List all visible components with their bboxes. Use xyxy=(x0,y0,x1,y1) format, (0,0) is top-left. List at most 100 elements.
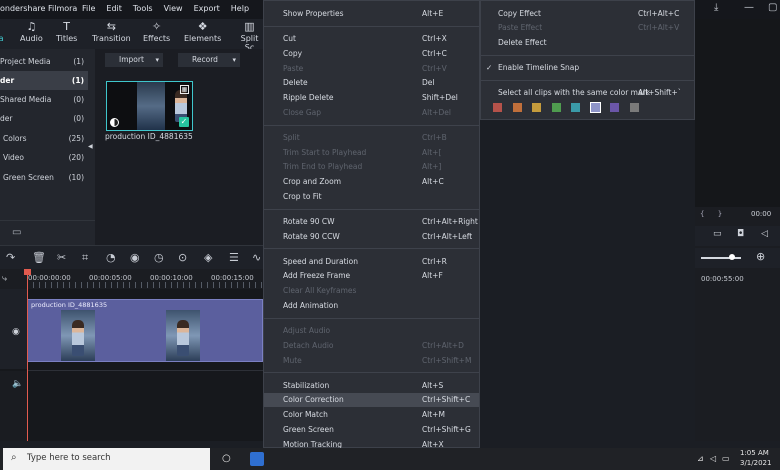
keyframe-icon[interactable]: ◈ xyxy=(204,251,212,264)
zoom-slider[interactable] xyxy=(701,257,741,259)
menu-item-clear-all-keyframes: Clear All Keyframes xyxy=(264,284,479,298)
freeze-icon[interactable]: ◷ xyxy=(154,251,164,264)
menu-help[interactable]: Help xyxy=(231,4,249,13)
menu-item-speed-and-duration[interactable]: Speed and Duration Ctrl+R xyxy=(264,255,479,269)
library-item[interactable]: Video (20) xyxy=(0,148,88,167)
taskbar-time[interactable]: 1:05 AM xyxy=(740,449,769,457)
scissors-icon[interactable]: ✂ xyxy=(57,251,66,264)
volume-tray-icon[interactable]: ◁ xyxy=(710,454,716,463)
network-icon[interactable]: ⊿ xyxy=(697,454,704,463)
adjust-icon[interactable]: ☰ xyxy=(229,251,239,264)
speed-icon[interactable]: ◔ xyxy=(106,251,116,264)
tab-transition[interactable]: ⇆ Transition xyxy=(92,19,131,49)
menu-edit[interactable]: Edit xyxy=(106,4,122,13)
volume-icon[interactable]: ◁ xyxy=(761,229,768,239)
menu-item-rotate-90-ccw[interactable]: Rotate 90 CCW Ctrl+Alt+Left xyxy=(264,230,479,244)
snap-icon[interactable]: ⤷ xyxy=(2,274,7,284)
minimize-icon[interactable]: — xyxy=(744,2,754,13)
menu-item-add-freeze-frame[interactable]: Add Freeze Frame Alt+F xyxy=(264,269,479,283)
battery-icon[interactable]: ▭ xyxy=(722,454,730,463)
eye-icon[interactable]: ◉ xyxy=(12,327,20,337)
zoom-bar: ⊕ xyxy=(695,248,780,268)
tab-elements[interactable]: ❖ Elements xyxy=(184,19,221,49)
color-mark-swatch[interactable] xyxy=(629,103,639,112)
menu-file[interactable]: File xyxy=(82,4,95,13)
menu-item-shortcut: Ctrl+Shift+C xyxy=(422,395,471,405)
menu-item-label: Add Freeze Frame xyxy=(283,271,351,281)
menu-item-delete-effect[interactable]: Delete Effect xyxy=(481,36,694,50)
filmora-taskbar-icon[interactable] xyxy=(250,452,264,466)
menu-view[interactable]: View xyxy=(164,4,183,13)
color-mark-swatch[interactable] xyxy=(493,103,502,112)
menu-item-crop-and-zoom[interactable]: Crop and Zoom Alt+C xyxy=(264,175,479,189)
import-dropdown[interactable]: Import ▾ xyxy=(105,53,163,67)
redo-icon[interactable]: ↷ xyxy=(6,251,15,264)
tab-media[interactable]: ▣a xyxy=(0,19,6,49)
menu-item-stabilization[interactable]: Stabilization Alt+S xyxy=(264,379,479,393)
video-clip[interactable]: production ID_4881635 xyxy=(27,299,263,362)
timeline-ruler[interactable]: ⤷ 00:00:00:00 00:00:05:00 00:00:10:00 00… xyxy=(0,269,263,289)
transition-icon: ⇆ xyxy=(106,20,116,33)
tab-titles[interactable]: T Titles xyxy=(56,19,77,49)
text-icon: T xyxy=(63,20,71,33)
menu-item-shortcut: Ctrl+B xyxy=(422,132,447,142)
library-item[interactable]: Green Screen (10) xyxy=(0,168,88,187)
menu-item-cut[interactable]: Cut Ctrl+X xyxy=(264,32,479,46)
crop-icon[interactable]: ⌗ xyxy=(82,251,88,265)
record-dropdown[interactable]: Record ▾ xyxy=(178,53,240,67)
camera-icon[interactable]: ◘ xyxy=(737,229,744,239)
menu-export[interactable]: Export xyxy=(194,4,220,13)
color-mark-swatch[interactable] xyxy=(551,103,561,112)
menu-separator xyxy=(264,248,479,250)
menu-item-crop-to-fit[interactable]: Crop to Fit xyxy=(264,190,479,204)
palette-icon[interactable]: ◉ xyxy=(130,251,140,264)
menu-item-color-mark[interactable]: Select all clips with the same color mar… xyxy=(481,86,694,100)
audio-icon[interactable]: ∿ xyxy=(252,251,261,264)
tab-split-sc[interactable]: ▥ Split Sc xyxy=(236,19,263,52)
taskbar-date[interactable]: 3/1/2021 xyxy=(740,459,771,467)
folder-icon[interactable]: ▭ xyxy=(12,227,21,238)
trash-icon[interactable]: 🗑 xyxy=(32,251,46,264)
color-mark-swatch[interactable] xyxy=(512,103,522,112)
menu-item-add-animation[interactable]: Add Animation xyxy=(264,299,479,313)
library-item[interactable]: der (1) xyxy=(0,71,88,90)
menu-item-rotate-90-cw[interactable]: Rotate 90 CW Ctrl+Alt+Right xyxy=(264,215,479,229)
playhead-handle[interactable] xyxy=(24,269,31,275)
effect-context-menu: Copy Effect Ctrl+Alt+C Paste Effect Ctrl… xyxy=(480,0,695,120)
check-icon[interactable]: ✓ xyxy=(179,117,189,127)
menu-item-green-screen[interactable]: Green Screen Ctrl+Shift+G xyxy=(264,423,479,437)
menu-item-color-match[interactable]: Color Match Alt+M xyxy=(264,408,479,422)
color-mark-swatch[interactable] xyxy=(532,103,541,112)
tab-effects[interactable]: ✧ Effects xyxy=(143,19,170,49)
library-item[interactable]: Project Media (1) xyxy=(0,52,88,71)
media-thumbnail[interactable]: ▦ ✓ xyxy=(106,81,193,131)
color-mark-swatch[interactable] xyxy=(589,102,601,113)
menu-item-show-properties[interactable]: Show Properties Alt+E xyxy=(264,7,479,21)
color-mark-swatch[interactable] xyxy=(571,103,580,112)
menu-item-label: Crop to Fit xyxy=(283,191,322,201)
task-view-icon[interactable]: ○ xyxy=(222,453,231,464)
monitor-icon[interactable]: ▭ xyxy=(713,229,722,239)
maximize-icon[interactable]: ▢ xyxy=(768,2,777,13)
record-icon[interactable]: ⊙ xyxy=(178,251,187,264)
menu-tools[interactable]: Tools xyxy=(133,4,153,13)
menu-item-copy-effect[interactable]: Copy Effect Ctrl+Alt+C xyxy=(481,7,694,21)
tab-audio[interactable]: ♫ Audio xyxy=(20,19,43,49)
taskbar-search[interactable]: ⌕ Type here to search xyxy=(3,448,210,470)
download-icon[interactable]: ⤓ xyxy=(714,2,718,13)
zoom-slider-knob[interactable] xyxy=(729,254,735,260)
speaker-icon[interactable]: 🔈 xyxy=(12,379,23,389)
library-item[interactable]: Shared Media (0) xyxy=(0,90,88,109)
library-item[interactable]: der (0) xyxy=(0,109,88,128)
menu-item-copy[interactable]: Copy Ctrl+C xyxy=(264,47,479,61)
menu-item-enable-snap[interactable]: ✓ Enable Timeline Snap xyxy=(481,61,694,75)
color-mark-swatch[interactable] xyxy=(610,103,619,112)
collapse-arrow-icon[interactable]: ◀ xyxy=(88,143,93,150)
menu-item-ripple-delete[interactable]: Ripple Delete Shift+Del xyxy=(264,91,479,105)
playhead[interactable] xyxy=(27,271,28,441)
menu-item-color-correction[interactable]: Color Correction Ctrl+Shift+C xyxy=(264,393,479,408)
library-item-label: Colors xyxy=(3,134,27,143)
library-item[interactable]: Colors (25) xyxy=(0,129,88,148)
menu-item-delete[interactable]: Delete Del xyxy=(264,76,479,90)
zoom-in-icon[interactable]: ⊕ xyxy=(756,250,765,263)
